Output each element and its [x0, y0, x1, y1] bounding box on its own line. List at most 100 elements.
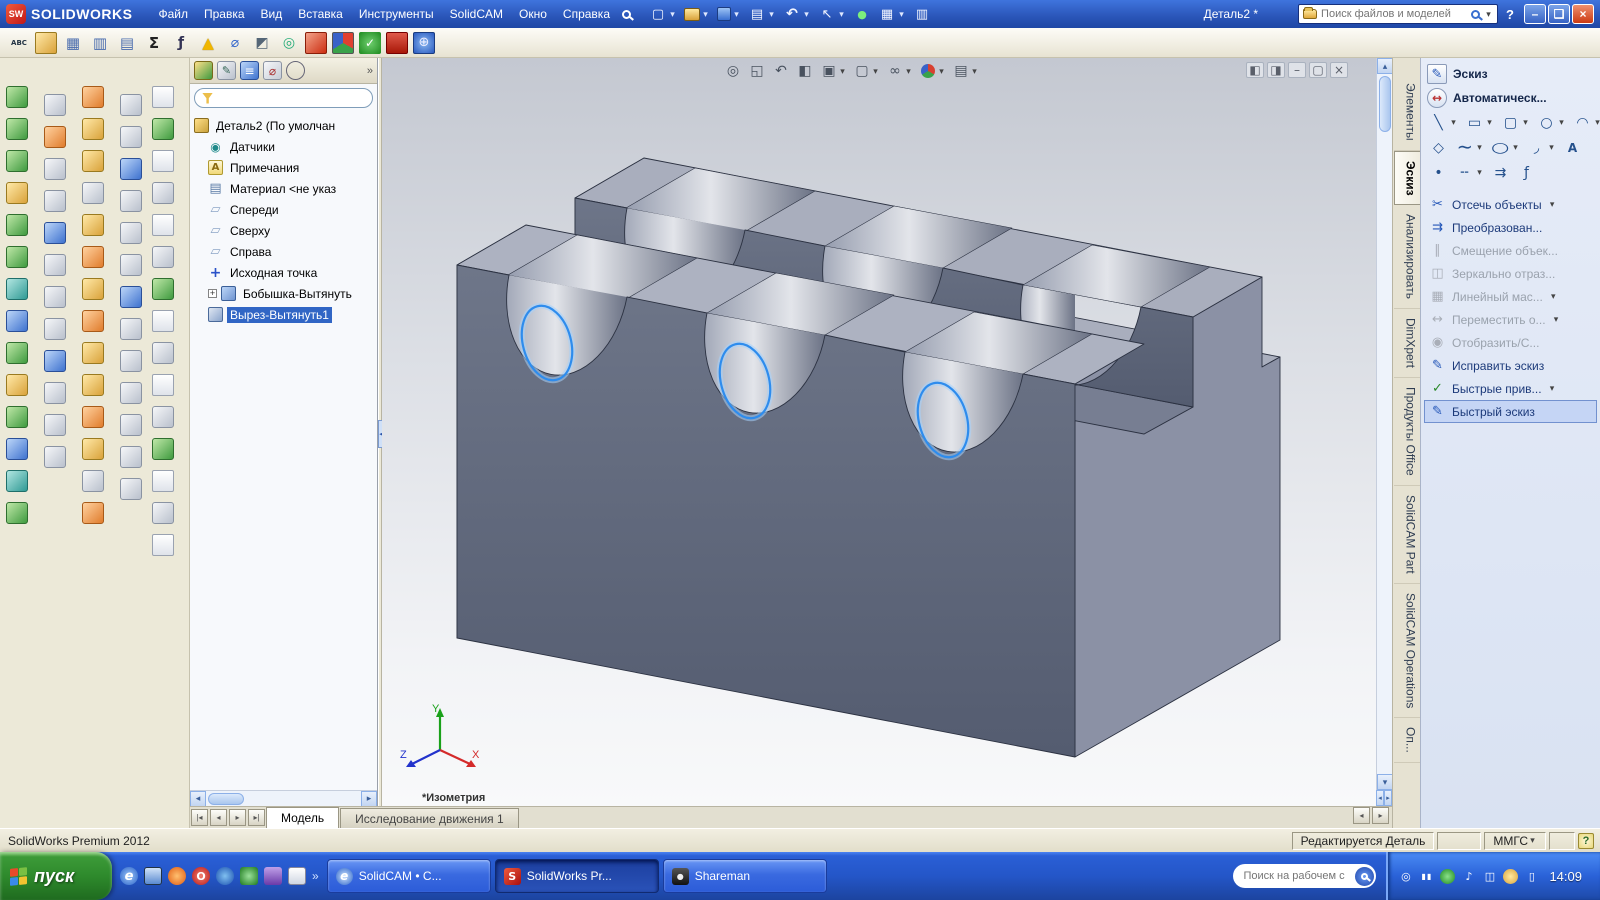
sketch-entity-button[interactable] [1501, 113, 1530, 132]
help-icon[interactable]: ? [1506, 7, 1514, 22]
task-button[interactable]: SolidWorks Pr... [494, 859, 659, 893]
toolbar-icon[interactable] [8, 32, 30, 54]
start-button[interactable]: пуск [0, 852, 112, 900]
sketch-tool-item[interactable]: Смещение объек... [1424, 239, 1597, 262]
sketch-entity-button[interactable] [1429, 138, 1448, 157]
scroll-thumb[interactable] [208, 792, 244, 805]
scroll-right-button[interactable] [1372, 807, 1389, 824]
chevron-down-icon[interactable] [767, 9, 776, 20]
sketch-tool-item[interactable]: Линейный мас... [1424, 285, 1597, 308]
tool-icon[interactable] [152, 534, 174, 556]
toolbar-icon[interactable] [386, 31, 408, 54]
chevron-down-icon[interactable] [1547, 142, 1556, 153]
tool-icon[interactable] [6, 374, 28, 396]
chevron-down-icon[interactable] [1521, 117, 1530, 128]
chevrons-right-icon[interactable] [367, 65, 373, 77]
scroll-left-button[interactable] [190, 790, 206, 807]
close-button[interactable]: × [1572, 4, 1594, 24]
chevron-down-icon[interactable] [1557, 117, 1566, 128]
sketch-entity-button[interactable] [1491, 138, 1520, 157]
tool-icon[interactable] [120, 446, 142, 468]
tool-icon[interactable] [120, 158, 142, 180]
tool-icon[interactable] [152, 150, 174, 172]
tool-icon[interactable] [82, 502, 104, 524]
sketch-entity-button[interactable] [1455, 163, 1484, 182]
sketch-entity-button[interactable] [1429, 163, 1448, 182]
scroll-right-button[interactable] [361, 790, 377, 807]
commandmanager-tab[interactable]: Элементы [1393, 74, 1420, 151]
search-button[interactable] [1355, 866, 1375, 886]
tool-icon[interactable] [82, 470, 104, 492]
tool-icon[interactable] [6, 406, 28, 428]
toolbar-icon[interactable] [359, 31, 381, 54]
chevron-down-icon[interactable] [1475, 142, 1484, 153]
chevron-down-icon[interactable] [871, 66, 880, 77]
toolbar-icon[interactable] [35, 31, 57, 54]
toolbar-icon[interactable] [305, 31, 327, 54]
tree-item[interactable]: Вырез-Вытянуть1 [208, 304, 377, 325]
tool-icon[interactable] [120, 318, 142, 340]
view-tool-button[interactable] [722, 61, 744, 81]
chevron-down-icon[interactable] [732, 9, 741, 20]
graphics-viewport[interactable]: Y X Z *Изометрия [382, 58, 1376, 806]
search-icon[interactable] [1471, 9, 1481, 19]
scroll-thumb[interactable] [1378, 76, 1391, 132]
tool-icon[interactable] [120, 254, 142, 276]
units-selector[interactable]: ММГС [1484, 831, 1546, 850]
sketch-entity-button[interactable] [1527, 138, 1556, 157]
sketch-tool-item[interactable]: Отобразить/С... [1424, 331, 1597, 354]
tray-icon[interactable] [1419, 869, 1434, 884]
view-tool-button[interactable] [746, 61, 768, 81]
chevrons-right-icon[interactable] [312, 869, 319, 883]
search-icon[interactable] [622, 9, 631, 19]
chevron-down-icon[interactable] [1475, 167, 1484, 178]
sketch-entity-button[interactable] [1517, 163, 1536, 182]
tool-icon[interactable] [44, 318, 66, 340]
tool-icon[interactable] [152, 470, 174, 492]
commandmanager-tab[interactable]: Продукты Office [1393, 378, 1420, 486]
window-control-icon[interactable] [1288, 62, 1306, 78]
sketch-tool-item[interactable]: Быстрые прив... [1424, 377, 1597, 400]
restore-button[interactable]: ❑ [1548, 4, 1570, 24]
tool-icon[interactable] [82, 182, 104, 204]
tool-icon[interactable] [152, 374, 174, 396]
scroll-up-button[interactable] [1377, 58, 1393, 74]
chevron-down-icon[interactable] [1552, 314, 1561, 325]
sketch-tool-item[interactable]: Переместить о... [1424, 308, 1597, 331]
quicklaunch-icon[interactable] [216, 867, 234, 885]
primary-command-button[interactable]: Эскиз [1421, 62, 1600, 86]
window-control-icon[interactable] [1330, 62, 1348, 78]
chevron-down-icon[interactable] [970, 66, 979, 77]
tool-icon[interactable] [6, 310, 28, 332]
tool-icon[interactable] [44, 254, 66, 276]
tab-nav-first-icon[interactable] [191, 809, 208, 826]
tray-icon[interactable] [1461, 869, 1476, 884]
tool-icon[interactable] [152, 342, 174, 364]
chevron-down-icon[interactable] [802, 9, 811, 20]
window-control-icon[interactable] [1246, 62, 1264, 78]
menu-item[interactable]: Правка [196, 3, 253, 25]
tool-icon[interactable] [82, 118, 104, 140]
tray-icon[interactable] [1398, 869, 1413, 884]
menu-item[interactable]: SolidCAM [442, 3, 511, 25]
tool-icon[interactable] [82, 86, 104, 108]
fm-tab[interactable] [240, 61, 259, 80]
menubar-tool-button[interactable] [911, 4, 933, 24]
quicklaunch-icon[interactable] [144, 867, 162, 885]
sketch-tool-item[interactable]: Отсечь объекты [1424, 193, 1597, 216]
tray-icon[interactable] [1524, 869, 1539, 884]
tool-icon[interactable] [44, 222, 66, 244]
chevron-down-icon[interactable] [837, 9, 846, 20]
tool-icon[interactable] [120, 94, 142, 116]
toolbar-icon[interactable] [89, 32, 111, 54]
tool-icon[interactable] [152, 246, 174, 268]
scroll-left-button[interactable] [1376, 790, 1384, 806]
tab-nav-prev-icon[interactable] [210, 809, 227, 826]
chevron-down-icon[interactable] [1593, 117, 1600, 128]
tool-icon[interactable] [6, 150, 28, 172]
chevron-down-icon[interactable] [1548, 383, 1557, 394]
tree-item[interactable]: Спереди [208, 199, 377, 220]
chevron-down-icon[interactable] [1485, 117, 1494, 128]
task-button[interactable]: Shareman [662, 859, 827, 893]
tool-icon[interactable] [152, 406, 174, 428]
